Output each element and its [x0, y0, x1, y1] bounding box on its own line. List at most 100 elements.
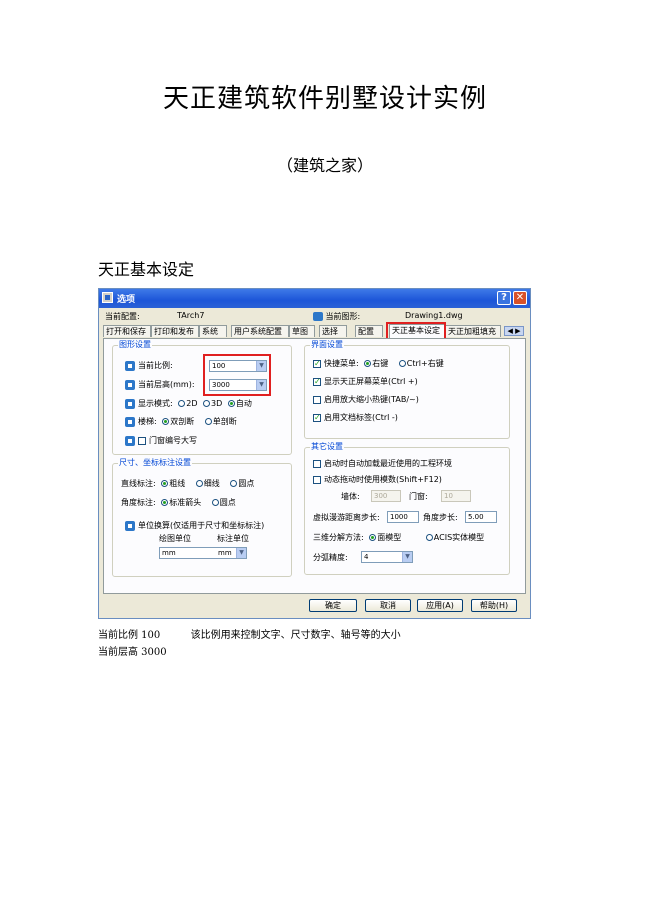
unit-combo[interactable]: mm mm ▼ — [159, 547, 247, 559]
options-dialog: 选项 ? ✕ 当前配置: TArch7 当前图形: Drawing1.dwg 打… — [98, 288, 531, 619]
arc-precision-combo[interactable]: 4 ▼ — [361, 551, 413, 563]
apply-button[interactable]: 应用(A) — [417, 599, 463, 612]
radio-dot[interactable] — [230, 480, 238, 487]
ok-button[interactable]: 确定 — [309, 599, 357, 612]
arc-precision-value: 4 — [364, 553, 369, 561]
radio-auto[interactable] — [227, 400, 235, 407]
help-question-icon[interactable]: ? — [497, 291, 511, 305]
tab-open-save[interactable]: 打开和保存 — [103, 325, 151, 337]
door-window-icon — [125, 435, 135, 446]
section-heading: 天正基本设定 — [98, 260, 195, 279]
floor-height-label: 当前层高(mm): — [138, 380, 195, 389]
door-window-row: 门窗编号大写 — [125, 435, 197, 446]
wall-input[interactable]: 300 — [371, 490, 401, 502]
radio-ctrl-right-click[interactable] — [398, 360, 406, 367]
linear-option-thin: 细线 — [203, 479, 220, 488]
radio-standard-arrow[interactable] — [161, 499, 169, 506]
doc-tabs-row: 启用文档标签(Ctrl -) — [313, 412, 398, 423]
current-config-row: 当前配置: TArch7 当前图形: Drawing1.dwg — [105, 311, 524, 323]
dialog-title: 选项 — [117, 295, 136, 305]
caption-scale-text: 该比例用来控制文字、尺寸数字、轴号等的大小 — [190, 630, 401, 641]
angle-step-label: 角度步长: — [423, 513, 458, 522]
unit-conversion-row: 单位换算(仅适用于尺寸和坐标标注) — [125, 520, 264, 531]
angle-label: 角度标注: — [121, 498, 156, 507]
auto-load-checkbox[interactable] — [313, 459, 321, 468]
display-option-2d: 2D — [186, 399, 198, 408]
linear-option-dot: 圆点 — [238, 479, 255, 488]
document-title: 天正建筑软件别墅设计实例 — [162, 84, 487, 114]
current-drawing-value: Drawing1.dwg — [405, 311, 463, 320]
radio-angle-dot[interactable] — [211, 499, 219, 506]
zoom-hotkey-label: 启用放大缩小热键(TAB/~) — [324, 395, 419, 404]
tab-tangent-bold-fill[interactable]: 天正加粗填充 — [445, 325, 501, 337]
radio-single-cut[interactable] — [204, 418, 212, 425]
current-config-label: 当前配置: — [105, 312, 140, 321]
door-window-label: 门窗编号大写 — [149, 436, 197, 445]
tab-panel: 图形设置 当前比例: 100 ▼ 当前层高(mm): 3000 ▼ 显示模式: … — [103, 338, 526, 594]
radio-thin-line[interactable] — [195, 480, 203, 487]
linear-label: 直线标注: — [121, 479, 156, 488]
tab-drafting[interactable]: 草图 — [289, 325, 315, 337]
tab-selection[interactable]: 选择 — [319, 325, 347, 337]
door-window-checkbox[interactable] — [138, 436, 146, 445]
radio-3d[interactable] — [203, 400, 211, 407]
decompose-option-face: 面模型 — [377, 533, 402, 542]
graphics-settings-group: 图形设置 当前比例: 100 ▼ 当前层高(mm): 3000 ▼ 显示模式: … — [112, 340, 292, 455]
other-settings-legend: 其它设置 — [310, 442, 344, 452]
auto-load-row: 启动时自动加载最近使用的工程环境 — [313, 458, 452, 469]
decompose-label: 三维分解方法: — [313, 533, 364, 542]
arc-precision-label: 分弧精度: — [313, 553, 348, 562]
tab-user-preferences[interactable]: 用户系统配置 — [231, 325, 289, 337]
chevron-down-icon[interactable]: ▼ — [402, 552, 412, 562]
radio-face-model[interactable] — [369, 534, 377, 541]
shortcut-menu-checkbox[interactable] — [313, 358, 321, 369]
virtual-loft-label: 虚拟漫游距离步长: — [313, 513, 380, 522]
graphics-settings-legend: 图形设置 — [118, 340, 152, 350]
radio-thick-line[interactable] — [161, 480, 169, 487]
interface-settings-legend: 界面设置 — [310, 340, 344, 350]
stairs-icon — [125, 416, 135, 427]
annotation-unit-label: 标注单位 — [217, 534, 249, 543]
close-icon[interactable]: ✕ — [513, 291, 527, 305]
caption-floor-height-label: 当前层高 3000 — [98, 647, 167, 658]
window-input[interactable]: 10 — [441, 490, 471, 502]
stairs-label: 楼梯: — [138, 417, 157, 426]
scale-icon — [125, 360, 135, 371]
angle-dimension-row: 角度标注: 标准箭头 圆点 — [121, 497, 236, 508]
linear-option-thick: 粗线 — [169, 479, 186, 488]
radio-2d[interactable] — [178, 400, 186, 407]
zoom-hotkey-checkbox[interactable] — [313, 395, 321, 404]
radio-acis-model[interactable] — [425, 534, 433, 541]
dynamic-drag-checkbox[interactable] — [313, 475, 321, 484]
window-label: 门窗: — [409, 492, 428, 501]
caption-floor-height: 当前层高 3000 — [98, 643, 167, 658]
app-icon — [102, 292, 113, 303]
shortcut-menu-label: 快捷菜单: — [324, 359, 359, 368]
screen-menu-row: 显示天正屏幕菜单(Ctrl +) — [313, 376, 418, 387]
radio-right-click[interactable] — [364, 360, 372, 367]
doc-tabs-checkbox[interactable] — [313, 412, 321, 423]
tab-system[interactable]: 系统 — [199, 325, 227, 337]
display-option-auto: 自动 — [235, 399, 252, 408]
screen-menu-checkbox[interactable] — [313, 376, 321, 387]
display-option-3d: 3D — [211, 399, 223, 408]
wall-label: 墙体: — [341, 492, 360, 501]
current-drawing-label: 当前图形: — [325, 312, 361, 321]
shortcut-option-right: 右键 — [372, 359, 389, 368]
scale-label: 当前比例: — [138, 361, 173, 370]
interface-settings-group: 界面设置 快捷菜单: 右键 Ctrl+右键 显示天正屏幕菜单(Ctrl +) 启… — [304, 340, 510, 439]
stairs-row: 楼梯: 双剖断 单剖断 — [125, 416, 237, 427]
caption-scale: 当前比例 100 该比例用来控制文字、尺寸数字、轴号等的大小 — [98, 626, 401, 641]
tab-plot-publish[interactable]: 打印和发布 — [151, 325, 199, 337]
tab-profiles[interactable]: 配置 — [355, 325, 383, 337]
help-button[interactable]: 帮助(H) — [471, 599, 517, 612]
cancel-button[interactable]: 取消 — [365, 599, 411, 612]
virtual-loft-input[interactable]: 1000 — [387, 511, 419, 523]
tab-strip: 打开和保存 打印和发布 系统 用户系统配置 草图 选择 配置 天正基本设定 天正… — [103, 324, 526, 338]
shortcut-menu-row: 快捷菜单: 右键 Ctrl+右键 — [313, 358, 444, 369]
angle-step-input[interactable]: 5.00 — [465, 511, 497, 523]
radio-double-cut[interactable] — [162, 418, 170, 425]
chevron-down-icon[interactable]: ▼ — [236, 548, 246, 558]
shortcut-option-ctrl-right: Ctrl+右键 — [406, 359, 444, 368]
tab-scroll-arrows[interactable]: ◀ ▶ — [504, 326, 524, 336]
